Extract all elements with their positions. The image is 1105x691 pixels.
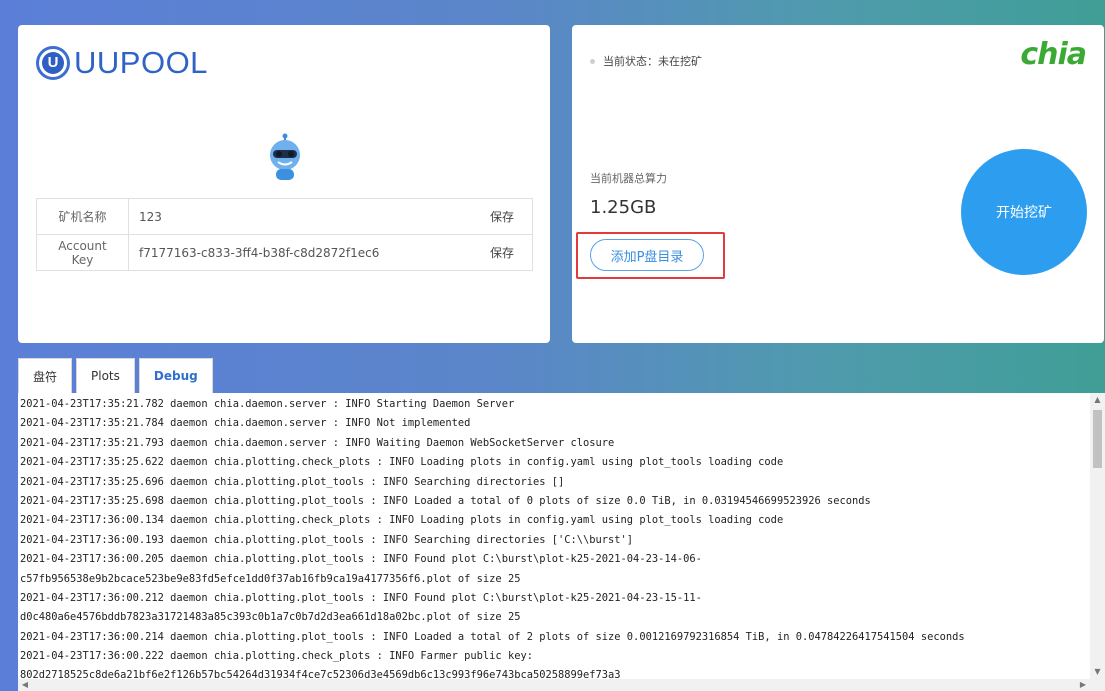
tab-plots[interactable]: Plots bbox=[76, 358, 135, 393]
account-key-value[interactable]: f7177163-c833-3ff4-b38f-c8d2872f1ec6 bbox=[128, 234, 472, 271]
debug-log-panel[interactable]: 2021-04-23T17:35:21.782 daemon chia.daem… bbox=[18, 393, 1105, 691]
start-mining-button[interactable]: 开始挖矿 bbox=[961, 149, 1087, 275]
logo-letter: U bbox=[42, 52, 64, 74]
brand-name: UUPOOL bbox=[74, 45, 208, 80]
miner-info-table: 矿机名称 123 保存 Account Key f7177163-c833-3f… bbox=[36, 198, 533, 271]
mining-status-text: 当前状态：未在挖矿 bbox=[603, 55, 702, 68]
miner-info-card: U UUPOOL 矿机名称 123 保存 Account Key f717716… bbox=[18, 25, 550, 343]
status-dot-icon bbox=[590, 58, 595, 64]
log-line: c57fb956538e9b2bcace523be9e83fd5efce1dd0… bbox=[20, 572, 521, 585]
log-line: 2021-04-23T17:36:00.214 daemon chia.plot… bbox=[20, 630, 965, 643]
log-line: 2021-04-23T17:35:25.696 daemon chia.plot… bbox=[20, 475, 565, 488]
hashrate-label: 当前机器总算力 bbox=[590, 172, 667, 185]
account-key-label: Account Key bbox=[36, 234, 129, 271]
scrollbar-thumb[interactable] bbox=[1093, 410, 1102, 468]
save-miner-name-button[interactable]: 保存 bbox=[472, 198, 533, 235]
log-line: 2021-04-23T17:36:00.222 daemon chia.plot… bbox=[20, 650, 533, 663]
vertical-scrollbar[interactable]: ▲ ▼ bbox=[1090, 393, 1105, 679]
miner-name-label: 矿机名称 bbox=[36, 198, 129, 235]
add-plot-directory-button[interactable]: 添加P盘目录 bbox=[590, 239, 704, 271]
scroll-up-icon[interactable]: ▲ bbox=[1090, 393, 1105, 407]
tab-drives[interactable]: 盘符 bbox=[18, 358, 73, 393]
log-line: 2021-04-23T17:35:25.622 daemon chia.plot… bbox=[20, 456, 784, 469]
log-line: 2021-04-23T17:35:21.782 daemon chia.daem… bbox=[20, 398, 515, 410]
hashrate-value: 1.25GB bbox=[590, 197, 657, 218]
log-line: 2021-04-23T17:35:21.784 daemon chia.daem… bbox=[20, 417, 471, 430]
robot-avatar-icon bbox=[270, 133, 300, 180]
log-lines: 2021-04-23T17:35:21.782 daemon chia.daem… bbox=[20, 395, 1086, 686]
log-line: 2021-04-23T17:36:00.134 daemon chia.plot… bbox=[20, 514, 784, 527]
scroll-right-icon[interactable]: ▶ bbox=[1076, 679, 1090, 691]
scroll-down-icon[interactable]: ▼ bbox=[1090, 665, 1105, 679]
log-line: 2021-04-23T17:36:00.193 daemon chia.plot… bbox=[20, 533, 634, 546]
scroll-left-icon[interactable]: ◀ bbox=[18, 679, 32, 691]
mining-status: 当前状态：未在挖矿 bbox=[590, 53, 702, 69]
log-line: 2021-04-23T17:35:21.793 daemon chia.daem… bbox=[20, 436, 615, 449]
miner-name-value[interactable]: 123 bbox=[128, 198, 472, 235]
log-line: d0c480a6e4576bddb7823a31721483a85c393c0b… bbox=[20, 611, 521, 624]
uupool-logo: U UUPOOL bbox=[36, 45, 208, 81]
horizontal-scrollbar[interactable]: ◀ ▶ bbox=[18, 679, 1105, 691]
uupool-logo-icon: U bbox=[36, 46, 70, 80]
save-account-key-button[interactable]: 保存 bbox=[472, 234, 533, 271]
tab-debug[interactable]: Debug bbox=[138, 358, 213, 393]
log-line: 2021-04-23T17:35:25.698 daemon chia.plot… bbox=[20, 494, 871, 507]
log-tabs: 盘符 Plots Debug bbox=[18, 358, 217, 393]
miner-name-row: 矿机名称 123 保存 bbox=[36, 198, 533, 235]
log-line: 2021-04-23T17:36:00.212 daemon chia.plot… bbox=[20, 591, 702, 604]
chia-logo: chia bbox=[1020, 37, 1087, 72]
account-key-row: Account Key f7177163-c833-3ff4-b38f-c8d2… bbox=[36, 234, 533, 271]
log-line: 2021-04-23T17:36:00.205 daemon chia.plot… bbox=[20, 553, 702, 566]
mining-control-card: 当前状态：未在挖矿 chia 当前机器总算力 1.25GB 添加P盘目录 开始挖… bbox=[572, 25, 1104, 343]
